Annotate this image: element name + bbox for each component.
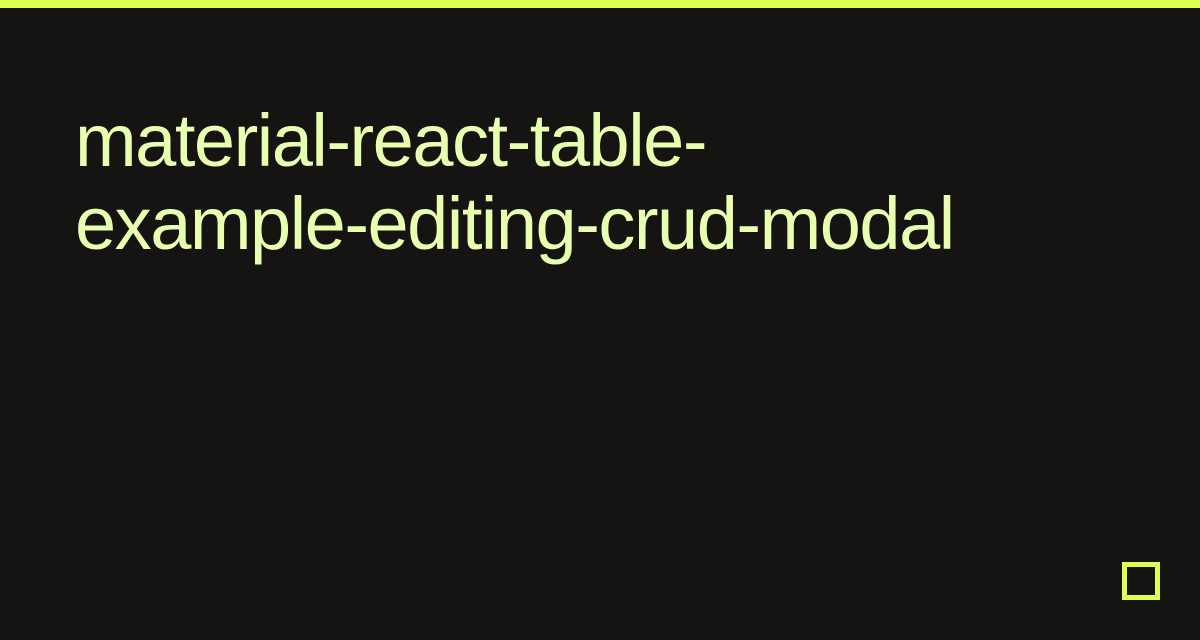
page-title: material-react-table-example-editing-cru… — [75, 100, 995, 266]
accent-top-bar — [0, 0, 1200, 8]
corner-square-icon — [1122, 562, 1160, 600]
